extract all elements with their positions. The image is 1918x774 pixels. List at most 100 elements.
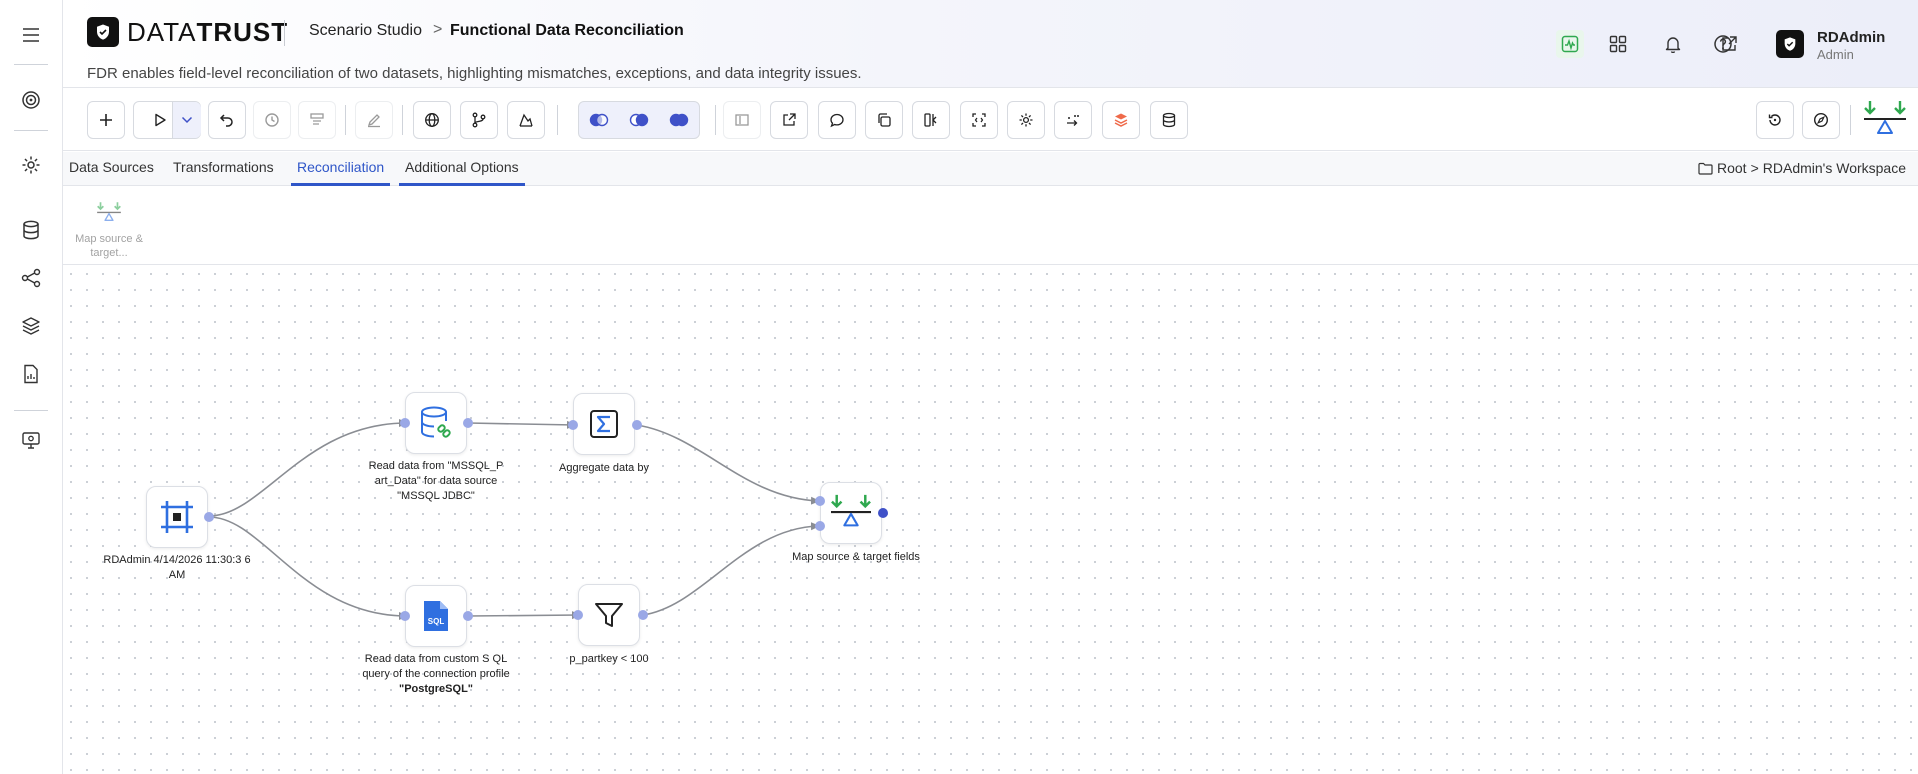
copy-button[interactable] [865,101,903,139]
node-start-out-port[interactable] [204,512,214,522]
graph-icon[interactable] [16,263,46,293]
run-dropdown-chevron-icon[interactable] [172,102,201,138]
activity-icon[interactable] [1556,30,1584,58]
workflow-canvas[interactable]: RDAdmin 4/14/2026 11:30:3 6 AM Read data… [63,266,1918,774]
format-button[interactable] [298,101,336,139]
node-aggregate-in-port[interactable] [568,420,578,430]
breadcrumb-parent[interactable]: Scenario Studio [309,22,422,40]
tab-transformations[interactable]: Transformations [167,158,280,186]
node-map-source-target[interactable] [820,482,882,544]
app-header: DATATRUST Scenario Studio > Functional D… [63,0,1918,88]
first-page-button[interactable] [723,101,761,139]
toolbar-divider [345,105,346,135]
node-read-sql[interactable]: SQL [405,585,467,647]
palette-item-map-source-target[interactable]: Map source & target... [71,201,147,260]
right-join-icon[interactable] [619,102,659,138]
edge-mssql-to-aggregate[interactable] [467,420,576,429]
shield-logo-icon [87,17,119,47]
node-aggregate[interactable] [573,393,635,455]
sql-file-icon: SQL [424,601,448,631]
reconcile-scale-icon [831,494,871,527]
node-read-sql-in-port[interactable] [400,611,410,621]
split-button[interactable] [912,101,950,139]
toolbar [63,89,1918,151]
filter-funnel-icon [595,603,623,627]
tab-bar: Data Sources Transformations Reconciliat… [63,152,1918,186]
menu-icon[interactable] [16,20,46,50]
edge-layer [208,419,820,620]
monitor-settings-icon[interactable] [16,425,46,455]
undo-button[interactable] [208,101,246,139]
node-filter-out-port[interactable] [638,610,648,620]
avatar[interactable] [1776,30,1804,58]
settings-button[interactable] [1007,101,1045,139]
frame-grid-icon [161,501,193,533]
toolbar-divider [1850,105,1851,135]
node-map-in-port-target[interactable] [815,521,825,531]
add-button[interactable] [87,101,125,139]
database-icon[interactable] [16,215,46,245]
node-read-mssql-label: Read data from "MSSQL_P art_Data" for da… [368,460,504,502]
node-filter-in-port[interactable] [573,610,583,620]
rail-divider [14,130,48,131]
breadcrumb-separator: > [433,21,443,38]
left-join-icon[interactable] [579,102,619,138]
chart-button[interactable] [507,101,545,139]
edit-button[interactable] [355,101,393,139]
node-start-label: RDAdmin 4/14/2026 11:30:3 6 AM [103,554,251,581]
tab-data-sources[interactable]: Data Sources [63,158,160,186]
workspace-root[interactable]: Root [1717,160,1747,176]
node-read-sql-out-port[interactable] [463,611,473,621]
gear-icon[interactable] [16,150,46,180]
tab-reconciliation[interactable]: Reconciliation [291,158,391,186]
export-button[interactable] [770,101,808,139]
page-subtitle: FDR enables field-level reconciliation o… [87,65,862,82]
brand-logo: DATATRUST [127,17,289,47]
reconcile-scale-icon[interactable] [1862,97,1908,143]
workspace-separator: > [1750,160,1759,176]
comment-button[interactable] [818,101,856,139]
node-start[interactable] [146,486,208,548]
run-button[interactable] [133,101,201,139]
svg-text:SQL: SQL [428,617,445,626]
edge-filter-to-map[interactable] [642,522,820,616]
report-icon[interactable] [16,359,46,389]
bell-icon[interactable] [1659,30,1687,58]
node-palette: Map source & target... [63,187,1918,265]
database-button[interactable] [1150,101,1188,139]
history-button[interactable] [253,101,291,139]
scan-code-button[interactable] [960,101,998,139]
node-read-mssql-in-port[interactable] [400,418,410,428]
layers-icon[interactable] [16,311,46,341]
stack-layers-icon[interactable] [1102,101,1140,139]
user-role: Admin [1817,47,1854,62]
target-icon[interactable] [16,85,46,115]
globe-button[interactable] [413,101,451,139]
tab-additional-options[interactable]: Additional Options [399,158,525,186]
node-map-in-port-source[interactable] [815,496,825,506]
transform-button[interactable] [1054,101,1092,139]
node-aggregate-out-port[interactable] [632,420,642,430]
user-name[interactable]: RDAdmin [1817,29,1885,46]
sigma-icon [590,410,618,438]
apps-grid-icon[interactable] [1604,30,1632,58]
edge-sql-to-filter[interactable] [467,611,581,620]
database-link-icon [421,406,451,438]
node-read-mssql[interactable] [405,392,467,454]
help-icon[interactable] [1709,30,1737,58]
full-join-icon[interactable] [659,102,699,138]
restore-button[interactable] [1756,101,1794,139]
left-rail [0,0,63,774]
app-root: DATATRUST Scenario Studio > Functional D… [0,0,1918,774]
workspace-breadcrumb[interactable]: Root > RDAdmin's Workspace [1698,160,1906,176]
palette-item-label: Map source & target... [75,233,143,259]
node-read-mssql-out-port[interactable] [463,418,473,428]
node-aggregate-label: Aggregate data by [559,462,649,474]
branch-button[interactable] [460,101,498,139]
node-filter[interactable] [578,584,640,646]
reconcile-scale-icon [97,202,121,222]
node-map-out-port[interactable] [878,508,888,518]
workspace-name[interactable]: RDAdmin's Workspace [1763,160,1906,176]
compass-button[interactable] [1802,101,1840,139]
rail-divider [14,64,48,65]
